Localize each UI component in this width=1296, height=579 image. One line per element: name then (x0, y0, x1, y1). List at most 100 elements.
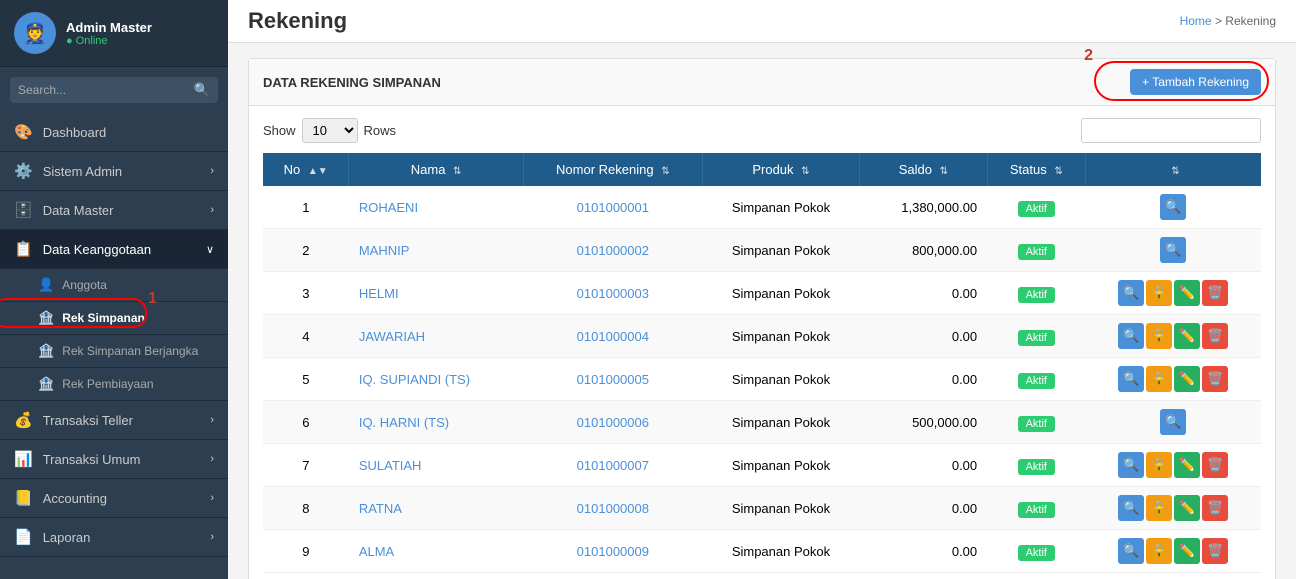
delete-button[interactable]: 🗑️ (1202, 366, 1228, 392)
edit-button[interactable]: ✏️ (1174, 538, 1200, 564)
tambah-rekening-button[interactable]: + Tambah Rekening (1130, 69, 1261, 95)
show-label: Show (263, 123, 296, 138)
search-box[interactable]: 🔍 (10, 77, 218, 103)
cell-nama: HELMI (349, 272, 524, 315)
page-title: Rekening (248, 8, 347, 34)
status-badge: Aktif (1018, 287, 1055, 303)
annotation-label-1: 1 (148, 290, 157, 308)
edit-button[interactable]: ✏️ (1174, 366, 1200, 392)
cell-no: 3 (263, 272, 349, 315)
sidebar-item-rek-simpanan[interactable]: 🏦 Rek Simpanan 1 (0, 302, 228, 335)
sidebar-item-accounting[interactable]: 📒 Accounting › (0, 479, 228, 518)
col-header-produk[interactable]: Produk ⇅ (702, 153, 859, 186)
status-badge: Aktif (1018, 416, 1055, 432)
table-row: 8 RATNA 0101000008 Simpanan Pokok 0.00 A… (263, 487, 1261, 530)
col-header-saldo[interactable]: Saldo ⇅ (860, 153, 988, 186)
panel-header: DATA REKENING SIMPANAN 2 + Tambah Rekeni… (249, 59, 1275, 106)
delete-button[interactable]: 🗑️ (1202, 323, 1228, 349)
cell-rekening: 0101000008 (523, 487, 702, 530)
cell-produk: Simpanan Pokok (702, 487, 859, 530)
lock-button[interactable]: 🔒 (1146, 366, 1172, 392)
cell-produk: Simpanan Pokok (702, 229, 859, 272)
table-search-input[interactable] (1081, 118, 1261, 143)
sidebar-item-dashboard[interactable]: 🎨 Dashboard (0, 113, 228, 152)
sidebar-item-transaksi-teller[interactable]: 💰 Transaksi Teller › (0, 401, 228, 440)
sidebar-item-rek-pembiayaan[interactable]: 🏦 Rek Pembiayaan (0, 368, 228, 401)
lock-button[interactable]: 🔒 (1146, 495, 1172, 521)
view-button[interactable]: 🔍 (1160, 409, 1186, 435)
search-icon[interactable]: 🔍 (194, 82, 210, 98)
cell-status: Aktif (987, 358, 1085, 401)
view-button[interactable]: 🔍 (1118, 280, 1144, 306)
chevron-right-icon: › (210, 414, 214, 426)
col-header-nomor-rekening[interactable]: Nomor Rekening ⇅ (523, 153, 702, 186)
chevron-right-icon: › (210, 165, 214, 177)
view-button[interactable]: 🔍 (1160, 237, 1186, 263)
profile-info: Admin Master Online (66, 20, 152, 47)
sidebar-item-rek-simpanan-berjangka[interactable]: 🏦 Rek Simpanan Berjangka (0, 335, 228, 368)
view-button[interactable]: 🔍 (1118, 366, 1144, 392)
lock-button[interactable]: 🔒 (1146, 280, 1172, 306)
search-input[interactable] (18, 83, 194, 97)
dashboard-icon: 🎨 (14, 123, 33, 141)
view-button[interactable]: 🔍 (1118, 495, 1144, 521)
breadcrumb-home[interactable]: Home (1180, 14, 1212, 28)
sidebar-item-laporan[interactable]: 📄 Laporan › (0, 518, 228, 557)
col-header-status[interactable]: Status ⇅ (987, 153, 1085, 186)
view-button[interactable]: 🔍 (1118, 452, 1144, 478)
table-row: 2 MAHNIP 0101000002 Simpanan Pokok 800,0… (263, 229, 1261, 272)
cell-saldo: 0.00 (860, 487, 988, 530)
profile-status: Online (66, 35, 152, 47)
sidebar-item-label: Dashboard (43, 125, 107, 140)
sidebar-item-label: Accounting (43, 491, 107, 506)
rows-per-page-select[interactable]: 10 25 50 100 (302, 118, 358, 143)
rek-simpanan-berjangka-icon: 🏦 (38, 343, 54, 359)
cell-actions: 🔍🔒✏️🗑️ (1085, 487, 1261, 530)
sidebar-item-label: Data Master (43, 203, 114, 218)
sidebar-item-transaksi-umum[interactable]: 📊 Transaksi Umum › (0, 440, 228, 479)
lock-button[interactable]: 🔒 (1146, 452, 1172, 478)
lock-button[interactable]: 🔒 (1146, 323, 1172, 349)
edit-button[interactable]: ✏️ (1174, 495, 1200, 521)
sidebar-item-sistem-admin[interactable]: ⚙️ Sistem Admin › (0, 152, 228, 191)
view-button[interactable]: 🔍 (1118, 323, 1144, 349)
data-panel: DATA REKENING SIMPANAN 2 + Tambah Rekeni… (248, 58, 1276, 579)
view-button[interactable]: 🔍 (1118, 538, 1144, 564)
cell-actions: 🔍🔒✏️🗑️ (1085, 444, 1261, 487)
chevron-right-icon: › (210, 453, 214, 465)
lock-button[interactable]: 🔒 (1146, 538, 1172, 564)
sidebar-item-anggota[interactable]: 👤 Anggota (0, 269, 228, 302)
rek-pembiayaan-icon: 🏦 (38, 376, 54, 392)
breadcrumb: Home > Rekening (1180, 14, 1276, 28)
chevron-down-icon: ∨ (206, 243, 214, 256)
sidebar-item-data-keanggotaan[interactable]: 📋 Data Keanggotaan ∨ (0, 230, 228, 269)
delete-button[interactable]: 🗑️ (1202, 280, 1228, 306)
edit-button[interactable]: ✏️ (1174, 280, 1200, 306)
cell-produk: Simpanan Pokok (702, 315, 859, 358)
cell-nama: MAHNIP (349, 229, 524, 272)
sidebar-item-label: Transaksi Teller (43, 413, 133, 428)
cell-no: 7 (263, 444, 349, 487)
view-button[interactable]: 🔍 (1160, 194, 1186, 220)
laporan-icon: 📄 (14, 528, 33, 546)
col-header-no[interactable]: No ▲▼ (263, 153, 349, 186)
cell-no: 8 (263, 487, 349, 530)
col-header-nama[interactable]: Nama ⇅ (349, 153, 524, 186)
cell-status: Aktif (987, 186, 1085, 229)
delete-button[interactable]: 🗑️ (1202, 452, 1228, 478)
cell-rekening: 0101000003 (523, 272, 702, 315)
sidebar-item-label: Transaksi Umum (43, 452, 141, 467)
edit-button[interactable]: ✏️ (1174, 323, 1200, 349)
submenu-item-label: Rek Pembiayaan (62, 377, 153, 391)
delete-button[interactable]: 🗑️ (1202, 495, 1228, 521)
edit-button[interactable]: ✏️ (1174, 452, 1200, 478)
sidebar-item-data-master[interactable]: 🗄️ Data Master › (0, 191, 228, 230)
anggota-icon: 👤 (38, 277, 54, 293)
cell-actions: 🔍 (1085, 186, 1261, 229)
cell-produk: Simpanan Pokok (702, 358, 859, 401)
rekening-table: No ▲▼ Nama ⇅ Nomor Rekening ⇅ Produk ⇅ S… (263, 153, 1261, 573)
status-badge: Aktif (1018, 373, 1055, 389)
delete-button[interactable]: 🗑️ (1202, 538, 1228, 564)
sort-icon: ⇅ (453, 166, 461, 177)
transaksi-teller-icon: 💰 (14, 411, 33, 429)
